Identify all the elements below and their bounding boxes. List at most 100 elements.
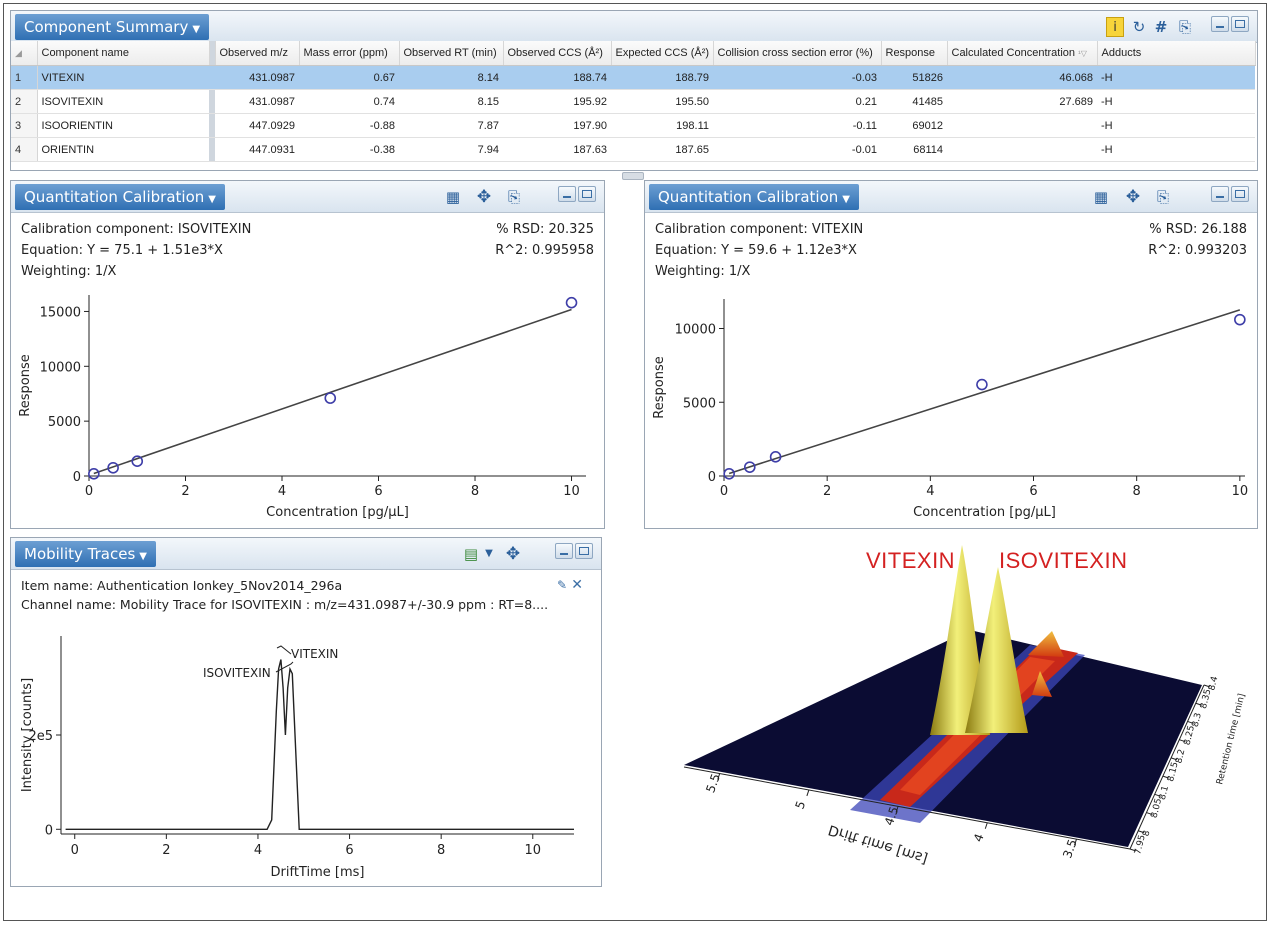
rt-tick-label: 8.2 <box>1174 748 1187 764</box>
close-icon[interactable]: ✕ <box>571 577 583 593</box>
calibration-panel-right: Quantitation Calibration ▼ ▦ ✥ ⎘ Calibrat… <box>644 180 1258 529</box>
calibration-right-info: Calibration component: VITEXIN Equation:… <box>655 219 863 282</box>
table-icon[interactable]: ▦ <box>443 187 463 207</box>
refresh-icon[interactable]: ↻ <box>1129 17 1149 37</box>
minimize-icon[interactable] <box>1211 186 1229 202</box>
dropdown-caret-icon: ▼ <box>842 194 850 205</box>
mobility-trace-line <box>65 659 574 830</box>
x-axis-label: Concentration [pg/µL] <box>266 505 409 520</box>
mobility-trace-chart[interactable]: 0 2 4 6 8 1002e5VITEXINISOVITEXINDriftTime [m… <box>11 626 601 882</box>
minimize-icon[interactable] <box>1211 16 1229 32</box>
col-ccs-error[interactable]: Collision cross section error (%) <box>713 41 882 66</box>
table-row[interactable]: 2 ISOVITEXIN 431.0987 0.74 8.15 195.92 195.50 0… <box>11 89 1255 114</box>
col-calculated-concentration[interactable]: Calculated Concentration ¹▽ <box>947 41 1098 66</box>
info-icon[interactable]: i <box>1106 17 1124 37</box>
table-cell-n: 3 <box>11 113 38 138</box>
col-mass-error[interactable]: Mass error (ppm) <box>299 41 400 66</box>
drift-tick-label: 4 <box>971 832 987 844</box>
table-cell-mz: 431.0987 <box>215 89 299 114</box>
table-cell-resp: 68114 <box>881 137 947 162</box>
x-tick-label: 8 <box>471 484 479 499</box>
x-tick-label: 4 <box>926 484 934 499</box>
y-axis-label: Response <box>18 354 33 416</box>
component-summary-title-menu[interactable]: Component Summary ▼ <box>15 14 210 40</box>
hash-icon[interactable]: # <box>1151 17 1171 37</box>
mobility-traces-panel: Mobility Traces ▼ ▤ ▼ ✥ Item name: Authen… <box>10 537 602 887</box>
component-summary-window-buttons <box>1209 16 1249 34</box>
table-row[interactable]: 3 ISOORIENTIN 447.0929 -0.88 7.87 197.90 198.1… <box>11 113 1255 138</box>
y-tick-label: 0 <box>708 470 716 485</box>
calibration-chart-right[interactable]: 0 2 4 6 8 10 0 5000 10000 Concentration [pg/µL] Re… <box>645 279 1257 529</box>
col-observed-rt[interactable]: Observed RT (min) <box>399 41 504 66</box>
item-name-text: Item name: Authentication Ionkey_5Nov201… <box>21 578 343 593</box>
col-response[interactable]: Response <box>881 41 948 66</box>
col-adducts[interactable]: Adducts <box>1097 41 1256 66</box>
x-tick-label: 0 <box>720 484 728 499</box>
table-row[interactable]: 1 VITEXIN 431.0987 0.67 8.14 188.74 188.79 -0.0… <box>11 65 1255 90</box>
mobility-traces-title-menu[interactable]: Mobility Traces ▼ <box>15 541 156 567</box>
corner-header[interactable]: ◢ <box>11 41 38 66</box>
table-cell-rt: 7.87 <box>399 113 503 138</box>
table-cell-err: -0.88 <box>299 113 399 138</box>
y-tick-label: 5000 <box>48 415 81 430</box>
horizontal-splitter-grip[interactable] <box>622 172 644 180</box>
x-tick-label: 0 <box>85 484 93 499</box>
table-cell-n: 2 <box>11 89 38 114</box>
col-observed-mz[interactable]: Observed m/z <box>215 41 300 66</box>
equation-text: Equation: Y = 59.6 + 1.12e3*X <box>655 243 857 258</box>
dropdown-caret-icon: ▼ <box>139 551 147 562</box>
x-tick-label: 6 <box>1029 484 1037 499</box>
calibration-chart-left[interactable]: 0 2 4 6 8 10 0 5000 10000 15000 Concentration [pg/… <box>11 279 604 529</box>
surface-label-isovitexin: ISOVITEXIN <box>999 548 1128 573</box>
col-component-name[interactable]: Component name <box>37 41 210 66</box>
minimize-icon[interactable] <box>555 543 573 559</box>
dropdown-caret-icon[interactable]: ▼ <box>479 544 499 564</box>
table-cell-occs: 187.63 <box>503 137 611 162</box>
drift-tick-label: 3.5 <box>1060 837 1080 860</box>
table-cell-resp: 69012 <box>881 113 947 138</box>
table-cell-conc: 27.689 <box>947 89 1097 114</box>
table-row[interactable]: 4 ORIENTIN 447.0931 -0.38 7.94 187.63 187.65 -0… <box>11 137 1255 162</box>
fit-line <box>728 309 1241 475</box>
table-cell-ccserr: -0.11 <box>713 113 881 138</box>
maximize-icon[interactable] <box>578 186 596 202</box>
table-cell-eccs: 188.79 <box>611 65 713 90</box>
data-point <box>565 296 578 309</box>
y-tick-label: 5000 <box>683 396 716 411</box>
col-observed-ccs[interactable]: Observed CCS (Å²) <box>503 41 612 66</box>
rt-tick-label: 8 <box>1141 829 1152 837</box>
table-cell-name: VITEXIN <box>37 65 209 90</box>
maximize-icon[interactable] <box>1231 186 1249 202</box>
pan-icon[interactable]: ✥ <box>474 187 494 207</box>
peak-label-leader <box>276 645 292 655</box>
pin-icon[interactable]: ✎ <box>557 578 567 592</box>
pan-icon[interactable]: ✥ <box>1123 187 1143 207</box>
table-icon[interactable]: ▦ <box>1091 187 1111 207</box>
peak-label-vitexin: VITEXIN <box>291 647 338 661</box>
maximize-icon[interactable] <box>575 543 593 559</box>
pan-icon[interactable]: ✥ <box>503 544 523 564</box>
drift-tick-label: 5.5 <box>703 772 723 795</box>
mobility-traces-window-buttons <box>553 543 593 561</box>
table-cell-eccs: 195.50 <box>611 89 713 114</box>
chart-settings-icon[interactable]: ▤ <box>461 544 481 564</box>
export-icon[interactable]: ⎘ <box>1153 187 1173 207</box>
mobility-traces-title: Mobility Traces <box>24 545 136 563</box>
calibration-left-title-menu[interactable]: Quantitation Calibration ▼ <box>15 184 225 210</box>
col-expected-ccs[interactable]: Expected CCS (Å²) <box>611 41 714 66</box>
x-tick-label: 2 <box>823 484 831 499</box>
rt-tick-label: 8.3 <box>1191 712 1204 728</box>
export-icon[interactable]: ⎘ <box>504 187 524 207</box>
calibration-component-text: Calibration component: ISOVITEXIN <box>21 222 252 237</box>
calibration-right-header: Quantitation Calibration ▼ ▦ ✥ ⎘ <box>645 181 1257 213</box>
calibration-right-title-menu[interactable]: Quantitation Calibration ▼ <box>649 184 859 210</box>
maximize-icon[interactable] <box>1231 16 1249 32</box>
calibration-component-text: Calibration component: VITEXIN <box>655 222 864 237</box>
mobility-traces-header: Mobility Traces ▼ ▤ ▼ ✥ <box>11 538 601 570</box>
minimize-icon[interactable] <box>558 186 576 202</box>
y-tick-label: 10000 <box>40 360 81 375</box>
export-icon[interactable]: ⎘ <box>1175 17 1195 37</box>
col-calculated-concentration-label: Calculated Concentration <box>951 47 1076 59</box>
y-tick-label: 0 <box>73 470 81 485</box>
data-point <box>131 455 144 467</box>
